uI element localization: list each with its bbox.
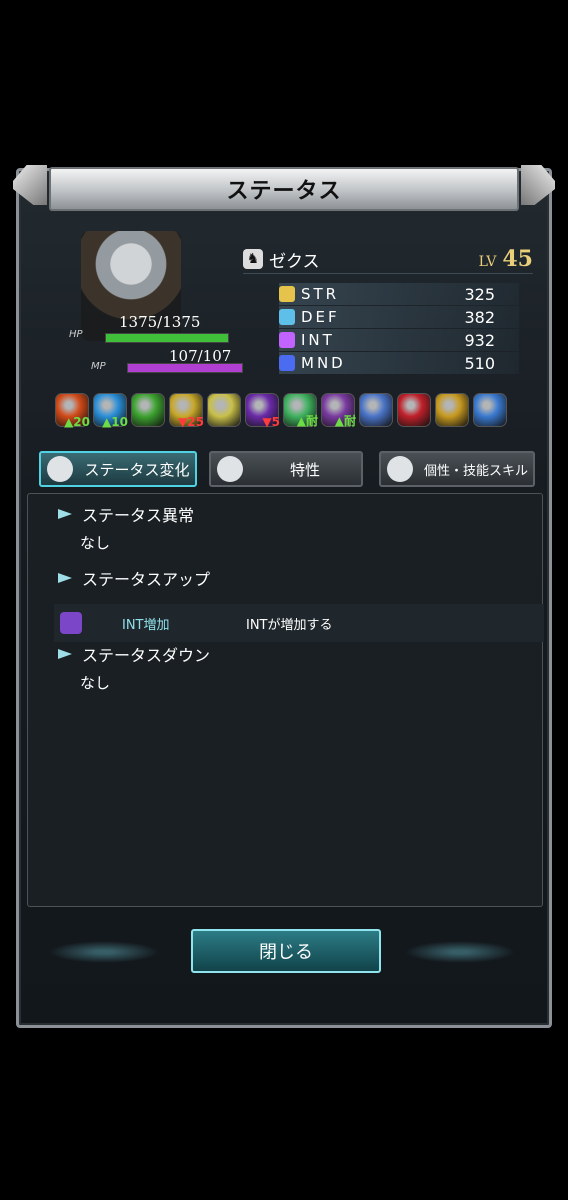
paralysis-icon[interactable]	[435, 393, 469, 427]
skills-icon	[387, 456, 413, 482]
sword-icon	[279, 286, 295, 302]
flag-icon	[58, 649, 72, 659]
buff-value: ▲耐	[334, 414, 356, 428]
section-status-down: ステータスダウン	[58, 642, 210, 666]
character-header: ♞ ゼクス LV 45	[243, 245, 533, 274]
effect-name: INT増加	[122, 617, 170, 633]
death-icon[interactable]	[397, 393, 431, 427]
buff-value: ▲10	[102, 415, 128, 429]
frame-ornament	[521, 165, 555, 205]
wind-icon[interactable]	[131, 393, 165, 427]
tab-label: 特性	[289, 460, 320, 479]
ailment-value: なし	[80, 534, 111, 552]
buff-value: ▲20	[64, 415, 90, 429]
hp-label: HP	[69, 329, 83, 340]
tab-personality-skills[interactable]: 個性・技能スキル	[379, 451, 535, 487]
frame-ornament	[39, 939, 169, 965]
lightning-icon[interactable]: ▼25	[169, 393, 204, 429]
status-down-value: なし	[80, 674, 111, 692]
stat-value: 382	[464, 307, 495, 327]
staff-icon	[279, 332, 295, 348]
hp-bar-fill	[106, 334, 228, 342]
stat-row: DEF 382	[279, 306, 519, 328]
fire-icon[interactable]: ▲20	[55, 393, 90, 429]
tab-bar: ステータス変化 特性 個性・技能スキル	[39, 451, 539, 489]
level-value: 45	[502, 246, 533, 272]
mp-label: MP	[91, 361, 106, 372]
poison-resist-icon[interactable]: ▲耐	[283, 393, 318, 428]
section-title: ステータスダウン	[82, 646, 211, 665]
character-class-icon: ♞	[243, 249, 263, 269]
dialog-title: ステータス	[226, 179, 342, 204]
flag-icon	[58, 573, 72, 583]
stat-value: 932	[464, 330, 495, 350]
shield-icon	[279, 309, 295, 325]
status-dialog: ステータス ♞ ゼクス LV 45 STR 325 DEF 382 INT 932 MN…	[13, 165, 555, 1028]
dark-icon[interactable]: ▼5	[245, 393, 280, 429]
title-bar: ステータス	[49, 167, 519, 211]
hp-text: 1375/1375	[119, 313, 201, 331]
mp-bar	[127, 363, 243, 373]
stat-name: DEF	[301, 308, 340, 326]
holy-icon[interactable]	[207, 393, 241, 427]
silence-icon[interactable]	[359, 393, 393, 427]
mp-bar-fill	[128, 364, 242, 372]
effect-description: INTが増加する	[246, 617, 333, 633]
close-button[interactable]: 閉じる	[191, 929, 381, 973]
section-title: ステータス異常	[82, 506, 195, 525]
slow-icon[interactable]	[473, 393, 507, 427]
frame-ornament	[13, 165, 47, 205]
stat-value: 510	[464, 353, 495, 373]
tab-traits[interactable]: 特性	[209, 451, 363, 487]
hp-bar	[105, 333, 229, 343]
traits-icon	[217, 456, 243, 482]
blind-resist-icon[interactable]: ▲耐	[321, 393, 356, 428]
int-buff-icon	[60, 612, 82, 634]
stat-name: INT	[301, 331, 335, 349]
status-change-icon	[47, 456, 73, 482]
buff-icon-row: ▲20 ▲10 ▼25 ▼5 ▲耐 ▲耐	[55, 393, 507, 429]
buff-value: ▲耐	[296, 414, 318, 428]
buff-value: ▼5	[262, 415, 280, 429]
flag-icon	[58, 509, 72, 519]
section-ailment: ステータス異常	[58, 502, 194, 526]
section-status-up: ステータスアップ	[58, 566, 210, 590]
stat-row: MND 510	[279, 352, 519, 374]
stat-row: STR 325	[279, 283, 519, 305]
level-label: LV	[478, 254, 497, 270]
stats-list: STR 325 DEF 382 INT 932 MND 510	[279, 283, 519, 375]
tab-status-change[interactable]: ステータス変化	[39, 451, 197, 487]
section-title: ステータスアップ	[82, 570, 211, 589]
stat-value: 325	[464, 284, 495, 304]
list-item[interactable]: INT増加 INTが増加する	[54, 604, 544, 642]
buff-value: ▼25	[178, 415, 204, 429]
tab-label: 個性・技能スキル	[423, 463, 528, 479]
ice-icon[interactable]: ▲10	[93, 393, 128, 429]
stat-name: STR	[301, 285, 340, 303]
frame-ornament	[395, 939, 525, 965]
character-name: ゼクス	[269, 251, 320, 272]
level-display: LV 45	[479, 246, 533, 272]
status-change-panel[interactable]: ステータス異常 なし ステータスアップ INT増加 INTが増加する ステータス…	[27, 493, 544, 907]
stat-name: MND	[301, 354, 346, 372]
magic-shield-icon	[279, 355, 295, 371]
tab-label: ステータス変化	[84, 460, 190, 479]
stat-row: INT 932	[279, 329, 519, 351]
